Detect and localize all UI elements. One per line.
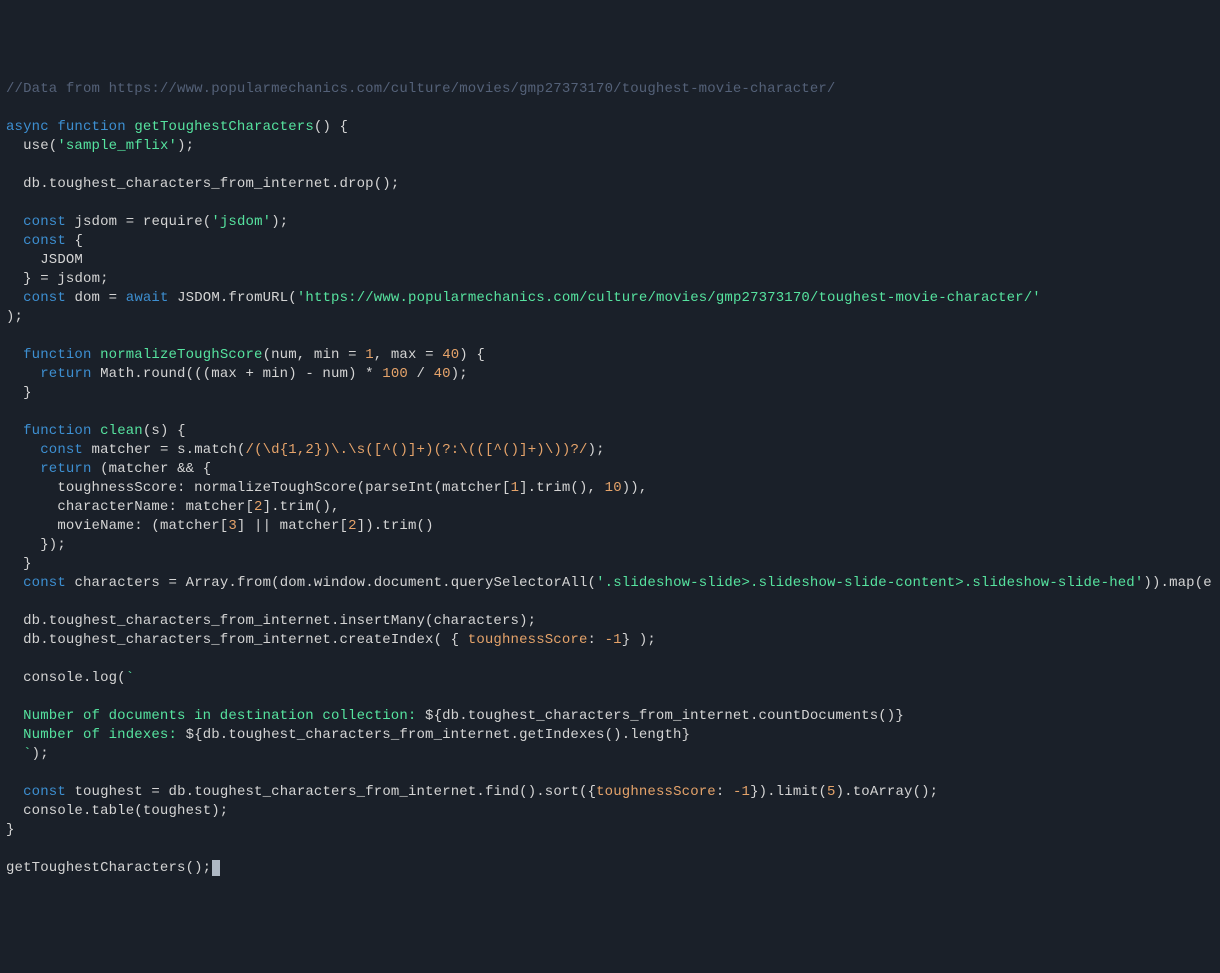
require-arg: 'jsdom' <box>211 214 271 230</box>
drop-call: db.toughest_characters_from_internet.dro… <box>23 176 399 192</box>
selector-string: '.slideshow-slide>.slideshow-slide-conte… <box>596 575 1143 591</box>
fn-main-name: getToughestCharacters <box>134 119 314 135</box>
comment-line: //Data from https://www.popularmechanics… <box>6 81 835 97</box>
insert-call: db.toughest_characters_from_internet.ins… <box>23 613 536 629</box>
kw-async: async <box>6 119 49 135</box>
destruct-jsdom: JSDOM <box>40 252 83 268</box>
fn-norm-name: normalizeToughScore <box>100 347 262 363</box>
use-arg: 'sample_mflix' <box>57 138 177 154</box>
url-arg: 'https://www.popularmechanics.com/cultur… <box>297 290 1041 306</box>
text-cursor <box>212 860 220 876</box>
regex-literal: /(\d{1,2})\.\s([^()]+)(?:\(([^()]+)\))?/ <box>246 442 588 458</box>
final-call: getToughestCharacters(); <box>6 860 211 876</box>
code-editor[interactable]: //Data from https://www.popularmechanics… <box>6 80 1214 878</box>
console-table: console.table(toughest); <box>23 803 228 819</box>
fn-clean-name: clean <box>100 423 143 439</box>
